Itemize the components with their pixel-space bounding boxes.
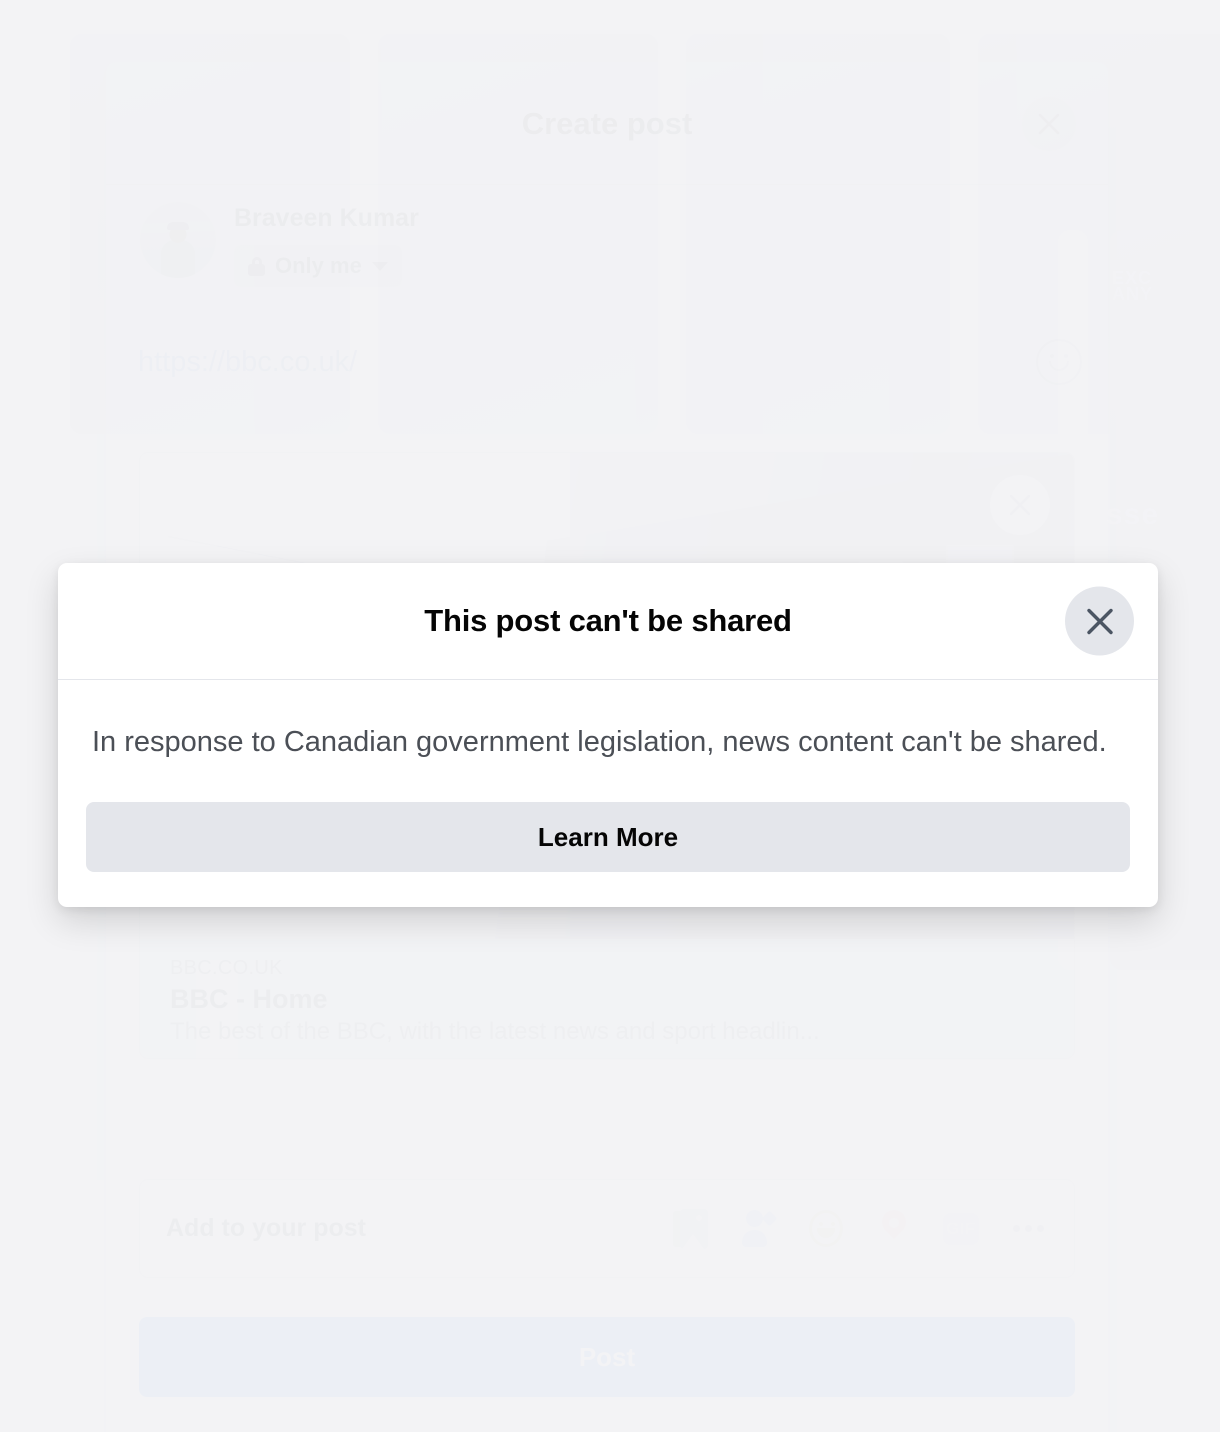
dialog-header: This post can't be shared bbox=[58, 563, 1158, 680]
app-viewport: EXC ANY sse Create post Braveen Kumar bbox=[0, 0, 1220, 1432]
dialog-footer: Learn More bbox=[58, 762, 1158, 907]
close-icon bbox=[1086, 608, 1113, 634]
learn-more-button[interactable]: Learn More bbox=[86, 802, 1130, 873]
post-cannot-be-shared-dialog: This post can't be shared In response to… bbox=[58, 563, 1158, 908]
dialog-title: This post can't be shared bbox=[424, 603, 792, 638]
dialog-message: In response to Canadian government legis… bbox=[92, 726, 1107, 758]
dialog-body: In response to Canadian government legis… bbox=[58, 680, 1158, 762]
dialog-close-button[interactable] bbox=[1065, 586, 1134, 656]
